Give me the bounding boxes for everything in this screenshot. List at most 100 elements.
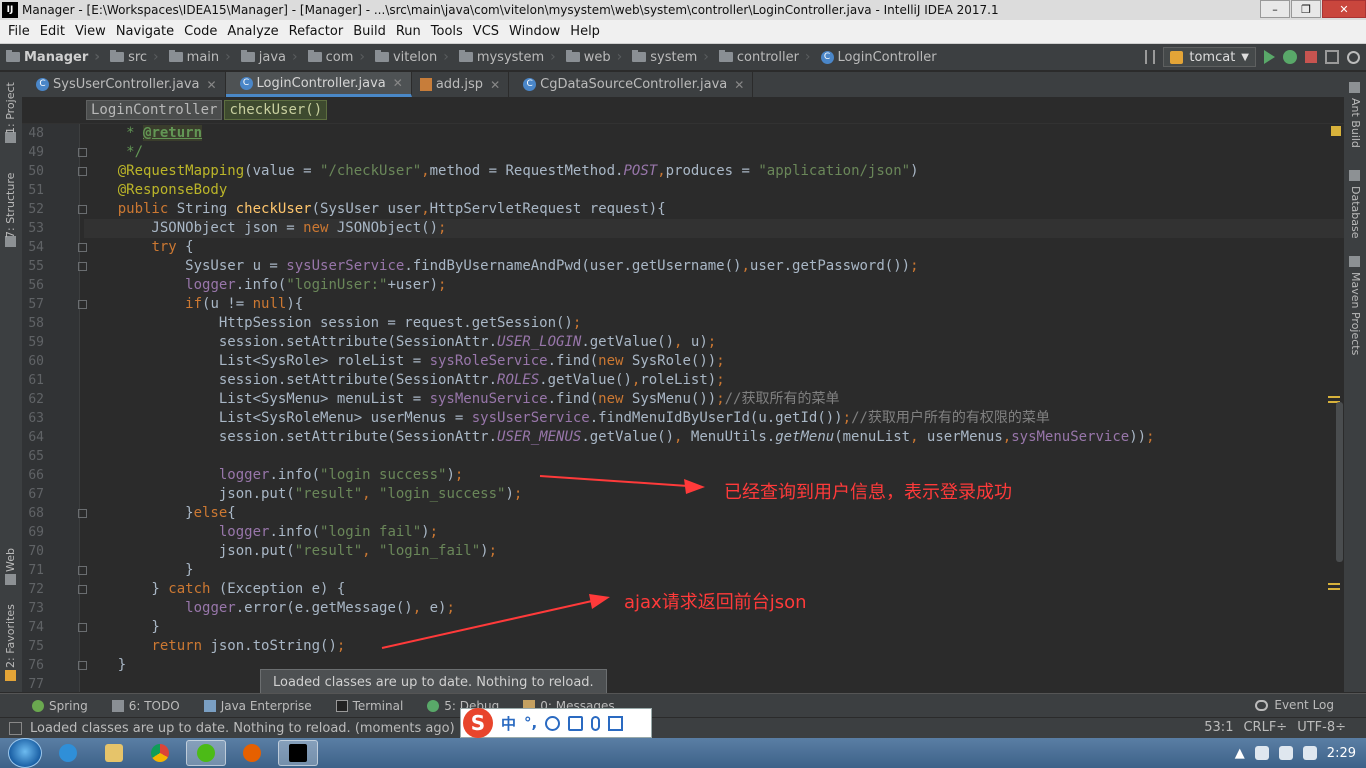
jsp-file-icon bbox=[419, 78, 432, 91]
toolbox-icon[interactable] bbox=[608, 715, 624, 731]
close-icon[interactable]: ✕ bbox=[1322, 0, 1366, 18]
close-tab-icon[interactable]: ✕ bbox=[734, 78, 744, 92]
tab-sysusercontroller[interactable]: C SysUserController.java ✕ bbox=[22, 72, 226, 97]
file-encoding[interactable]: UTF-8÷ bbox=[1297, 720, 1346, 735]
tool-tab-database[interactable]: Database bbox=[1349, 186, 1362, 239]
breadcrumb-item[interactable]: web › bbox=[560, 49, 622, 65]
tool-tab-favorites[interactable]: 2: Favorites bbox=[4, 604, 17, 668]
taskbar-360[interactable] bbox=[186, 740, 226, 766]
breadcrumb-item[interactable]: vitelon › bbox=[369, 49, 449, 65]
start-button-icon[interactable] bbox=[8, 738, 42, 768]
line-number: 49 bbox=[28, 145, 44, 160]
error-stripe-mark[interactable] bbox=[1328, 396, 1340, 398]
tool-tab-maven[interactable]: Maven Projects bbox=[1349, 272, 1362, 355]
volume-icon[interactable] bbox=[1302, 746, 1317, 760]
breadcrumb-item[interactable]: java › bbox=[235, 49, 298, 65]
ime-language[interactable]: 中 bbox=[501, 713, 516, 734]
structure-method[interactable]: checkUser() bbox=[224, 100, 328, 120]
tool-tab-structure[interactable]: 7: Structure bbox=[4, 173, 17, 238]
folder-icon bbox=[307, 50, 322, 62]
breadcrumb-label: com bbox=[325, 49, 354, 65]
taskbar-ie[interactable] bbox=[48, 740, 88, 766]
menu-navigate[interactable]: Navigate bbox=[116, 24, 174, 39]
run-icon[interactable] bbox=[1264, 50, 1275, 64]
close-tab-icon[interactable]: ✕ bbox=[393, 76, 403, 90]
ime-tray-icon[interactable] bbox=[1254, 746, 1269, 760]
code-line: } bbox=[84, 657, 127, 673]
microphone-icon[interactable] bbox=[591, 715, 601, 731]
debug-icon[interactable] bbox=[1283, 50, 1297, 64]
close-tab-icon[interactable]: ✕ bbox=[490, 78, 500, 92]
taskbar-chrome[interactable] bbox=[140, 740, 180, 766]
tool-tab-web[interactable]: Web bbox=[4, 548, 17, 572]
code-line: @ResponseBody bbox=[117, 182, 228, 198]
tool-window-java-enterprise[interactable]: Java Enterprise bbox=[203, 698, 312, 713]
line-number: 75 bbox=[28, 639, 44, 654]
tool-tab-project[interactable]: 1: Project bbox=[4, 82, 17, 134]
structure-breadcrumb: LoginController checkUser() bbox=[22, 97, 1344, 124]
sogou-logo-icon[interactable]: S bbox=[463, 708, 493, 738]
tool-window-todo[interactable]: 6: TODO bbox=[111, 699, 180, 713]
taskbar-explorer[interactable] bbox=[94, 740, 134, 766]
taskbar-intellij[interactable] bbox=[278, 740, 318, 766]
menu-edit[interactable]: Edit bbox=[40, 24, 65, 39]
toggle-tool-windows-icon[interactable] bbox=[9, 721, 22, 735]
breadcrumb-label: web bbox=[583, 49, 611, 65]
breadcrumb-item[interactable]: src › bbox=[104, 49, 159, 65]
project-structure-icon[interactable] bbox=[1325, 50, 1339, 64]
breadcrumb-item[interactable]: mysystem › bbox=[453, 49, 556, 65]
menu-view[interactable]: View bbox=[75, 24, 106, 39]
stop-icon[interactable] bbox=[1305, 51, 1317, 63]
menu-code[interactable]: Code bbox=[184, 24, 217, 39]
build-icon[interactable] bbox=[1145, 50, 1156, 64]
caret-position[interactable]: 53:1 bbox=[1204, 720, 1233, 735]
emoji-icon[interactable] bbox=[545, 715, 561, 731]
breadcrumb-item[interactable]: C LoginController bbox=[815, 50, 937, 65]
chrome-icon bbox=[151, 744, 169, 762]
menu-file[interactable]: File bbox=[8, 24, 30, 39]
menu-refactor[interactable]: Refactor bbox=[289, 24, 344, 39]
breadcrumb-item[interactable]: controller › bbox=[713, 49, 811, 65]
tab-logincontroller[interactable]: C LoginController.java ✕ bbox=[225, 72, 412, 97]
network-icon[interactable] bbox=[1278, 746, 1293, 760]
tool-window-label: Java Enterprise bbox=[220, 698, 312, 713]
menu-tools[interactable]: Tools bbox=[431, 24, 463, 39]
ime-punctuation[interactable]: °, bbox=[524, 714, 537, 732]
breadcrumb-item[interactable]: main › bbox=[163, 49, 231, 65]
event-log-button[interactable]: Event Log bbox=[1255, 698, 1334, 712]
menu-window[interactable]: Window bbox=[509, 24, 560, 39]
line-separator[interactable]: CRLF÷ bbox=[1243, 720, 1287, 735]
menu-analyze[interactable]: Analyze bbox=[227, 24, 278, 39]
error-stripe-mark[interactable] bbox=[1328, 583, 1340, 585]
structure-class[interactable]: LoginController bbox=[86, 100, 223, 120]
tab-cgdatasourcecontroller[interactable]: C CgDataSourceController.java ✕ bbox=[509, 72, 754, 97]
clock[interactable]: 2:29 bbox=[1327, 746, 1356, 761]
menu-run[interactable]: Run bbox=[396, 24, 421, 39]
tool-window-terminal[interactable]: Terminal bbox=[335, 699, 403, 713]
close-tab-icon[interactable]: ✕ bbox=[206, 78, 216, 92]
breadcrumb-item[interactable]: Manager › bbox=[0, 49, 100, 65]
tab-add-jsp[interactable]: add.jsp ✕ bbox=[412, 72, 510, 97]
terminal-icon bbox=[335, 699, 348, 712]
menu-help[interactable]: Help bbox=[570, 24, 600, 39]
run-config-select[interactable]: tomcat ▼ bbox=[1163, 47, 1256, 67]
right-tool-strip: Ant Build Database Maven Projects bbox=[1344, 72, 1366, 692]
warning-indicator-icon[interactable] bbox=[1331, 126, 1341, 136]
breadcrumb-item[interactable]: com › bbox=[302, 49, 365, 65]
breadcrumb-label: vitelon bbox=[392, 49, 438, 65]
menu-vcs[interactable]: VCS bbox=[473, 24, 499, 39]
tray-expand-icon[interactable]: ▲ bbox=[1235, 746, 1245, 761]
error-stripe-mark[interactable] bbox=[1328, 588, 1340, 590]
minimize-icon[interactable]: – bbox=[1260, 0, 1290, 18]
maximize-icon[interactable]: ❐ bbox=[1291, 0, 1321, 18]
vertical-scrollbar[interactable] bbox=[1336, 402, 1343, 562]
tool-window-spring[interactable]: Spring bbox=[32, 699, 88, 713]
pen-icon[interactable] bbox=[568, 715, 584, 731]
breadcrumb-item[interactable]: system › bbox=[626, 49, 709, 65]
search-icon[interactable] bbox=[1347, 50, 1360, 64]
menu-build[interactable]: Build bbox=[353, 24, 386, 39]
tool-tab-ant-build[interactable]: Ant Build bbox=[1349, 98, 1362, 148]
taskbar-firefox[interactable] bbox=[232, 740, 272, 766]
line-number: 76 bbox=[28, 658, 44, 673]
editor-tabs: C SysUserController.java ✕ C LoginControlle… bbox=[22, 72, 1344, 97]
